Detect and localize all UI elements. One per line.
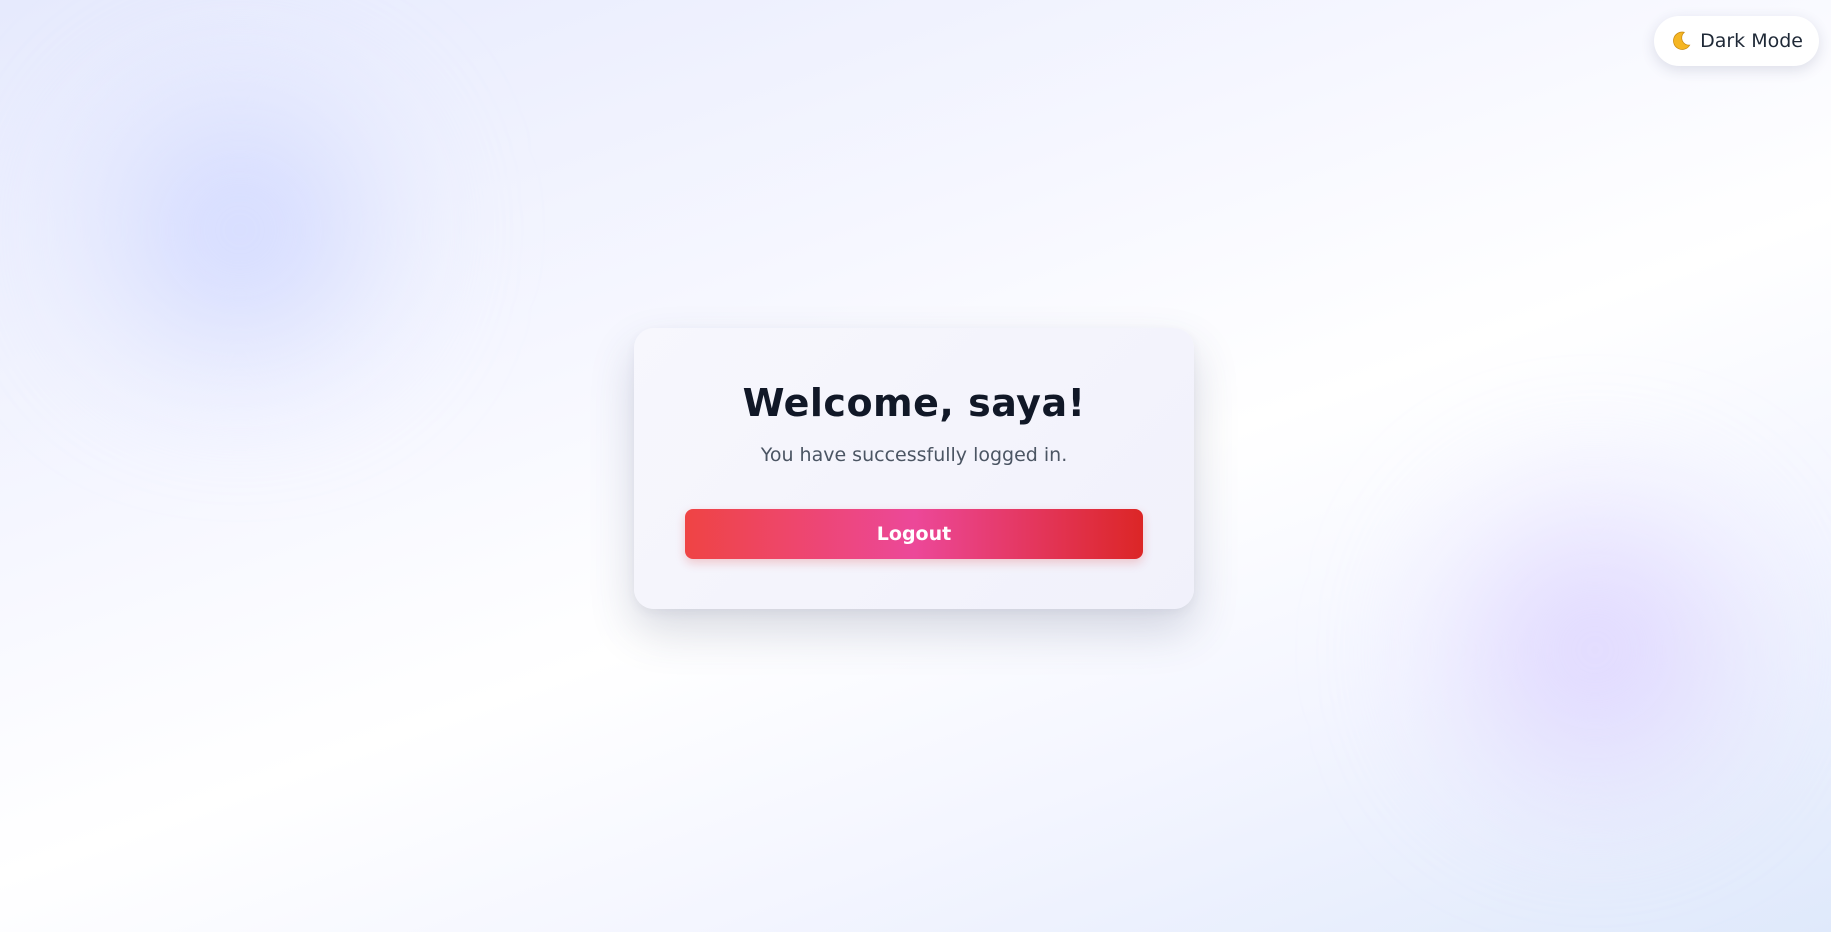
background-blob-purple — [1410, 470, 1780, 830]
background-blob-blue — [40, 60, 440, 400]
dark-mode-toggle[interactable]: Dark Mode — [1654, 16, 1819, 66]
login-success-message: You have successfully logged in. — [760, 444, 1068, 466]
welcome-card: Welcome, saya! You have successfully log… — [634, 328, 1194, 609]
welcome-title: Welcome, saya! — [742, 381, 1086, 425]
moon-icon — [1670, 30, 1692, 52]
logout-button[interactable]: Logout — [685, 509, 1143, 559]
dark-mode-label: Dark Mode — [1700, 30, 1803, 52]
